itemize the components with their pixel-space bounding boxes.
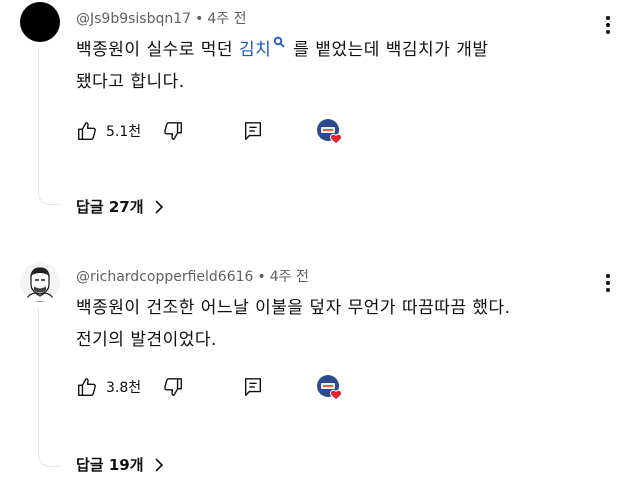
comment-text-part: 백종원이 실수로 먹던 [76, 40, 239, 60]
thumbs-up-icon [76, 376, 98, 398]
creator-heart-icon[interactable] [316, 374, 344, 402]
author-handle[interactable]: @richardcopperfield6616 [76, 269, 253, 285]
more-options-button[interactable] [604, 274, 612, 292]
replies-toggle[interactable]: 답글 27개 [76, 196, 164, 217]
meta-separator: • [195, 11, 203, 27]
chevron-right-icon [154, 458, 164, 472]
comment-line-2: 됐다고 합니다. [76, 66, 616, 98]
thread-curve [38, 448, 61, 467]
replies-count: 답글 19개 [76, 454, 144, 475]
dot-icon [606, 23, 610, 27]
dislike-button[interactable] [162, 376, 184, 398]
comment-line-1: 백종원이 실수로 먹던 김치 를 뱉었는데 백김치가 개발 [76, 34, 616, 66]
thread-curve [38, 186, 61, 205]
avatar[interactable] [20, 262, 60, 302]
person-sketch-icon [20, 262, 60, 302]
comment-2: @richardcopperfield6616• 4주 전 백종원이 건조한 어느… [0, 256, 640, 498]
comment-actions: 3.8천 [76, 374, 376, 404]
reply-button[interactable] [242, 120, 264, 142]
thumbs-down-icon [162, 376, 184, 398]
dislike-button[interactable] [162, 120, 184, 142]
comment-reply-icon [242, 376, 264, 398]
comment-age[interactable]: 4주 전 [207, 11, 246, 27]
dot-icon [606, 16, 610, 20]
reply-button[interactable] [242, 376, 264, 398]
like-button[interactable]: 5.1천 [76, 120, 141, 142]
avatar[interactable] [20, 2, 60, 42]
thumbs-up-icon [76, 120, 98, 142]
comment-text: 백종원이 건조한 어느날 이불을 덮자 무언가 따끔따끔 했다. 전기의 발견이… [76, 292, 616, 356]
comment-text: 백종원이 실수로 먹던 김치 를 뱉었는데 백김치가 개발 됐다고 합니다. [76, 34, 616, 98]
thread-line [38, 48, 39, 186]
creator-heart-icon[interactable] [316, 118, 344, 146]
search-link[interactable]: 김치 [239, 40, 271, 60]
thread-line [38, 308, 39, 448]
chevron-right-icon [154, 200, 164, 214]
like-button[interactable]: 3.8천 [76, 376, 141, 398]
like-count: 5.1천 [106, 121, 141, 141]
like-count: 3.8천 [106, 377, 141, 397]
author-handle[interactable]: @Js9b9sisbqn17 [76, 11, 191, 27]
comment-text-part: 를 뱉었는데 백김치가 개발 [293, 40, 488, 60]
meta-separator: • [257, 269, 265, 285]
dot-icon [606, 274, 610, 278]
search-icon[interactable] [273, 36, 285, 48]
dot-icon [606, 281, 610, 285]
replies-toggle[interactable]: 답글 19개 [76, 454, 164, 475]
more-options-button[interactable] [604, 16, 612, 34]
comment-age[interactable]: 4주 전 [270, 269, 309, 285]
comment-meta: @richardcopperfield6616• 4주 전 [76, 266, 309, 286]
comment-1: @Js9b9sisbqn17•4주 전 백종원이 실수로 먹던 김치 를 뱉었는데… [0, 0, 640, 230]
replies-count: 답글 27개 [76, 196, 144, 217]
comment-reply-icon [242, 120, 264, 142]
thumbs-down-icon [162, 120, 184, 142]
comment-line-2: 전기의 발견이었다. [76, 324, 616, 356]
comment-line-1: 백종원이 건조한 어느날 이불을 덮자 무언가 따끔따끔 했다. [76, 292, 616, 324]
comment-meta: @Js9b9sisbqn17•4주 전 [76, 8, 246, 28]
comment-actions: 5.1천 [76, 118, 376, 148]
